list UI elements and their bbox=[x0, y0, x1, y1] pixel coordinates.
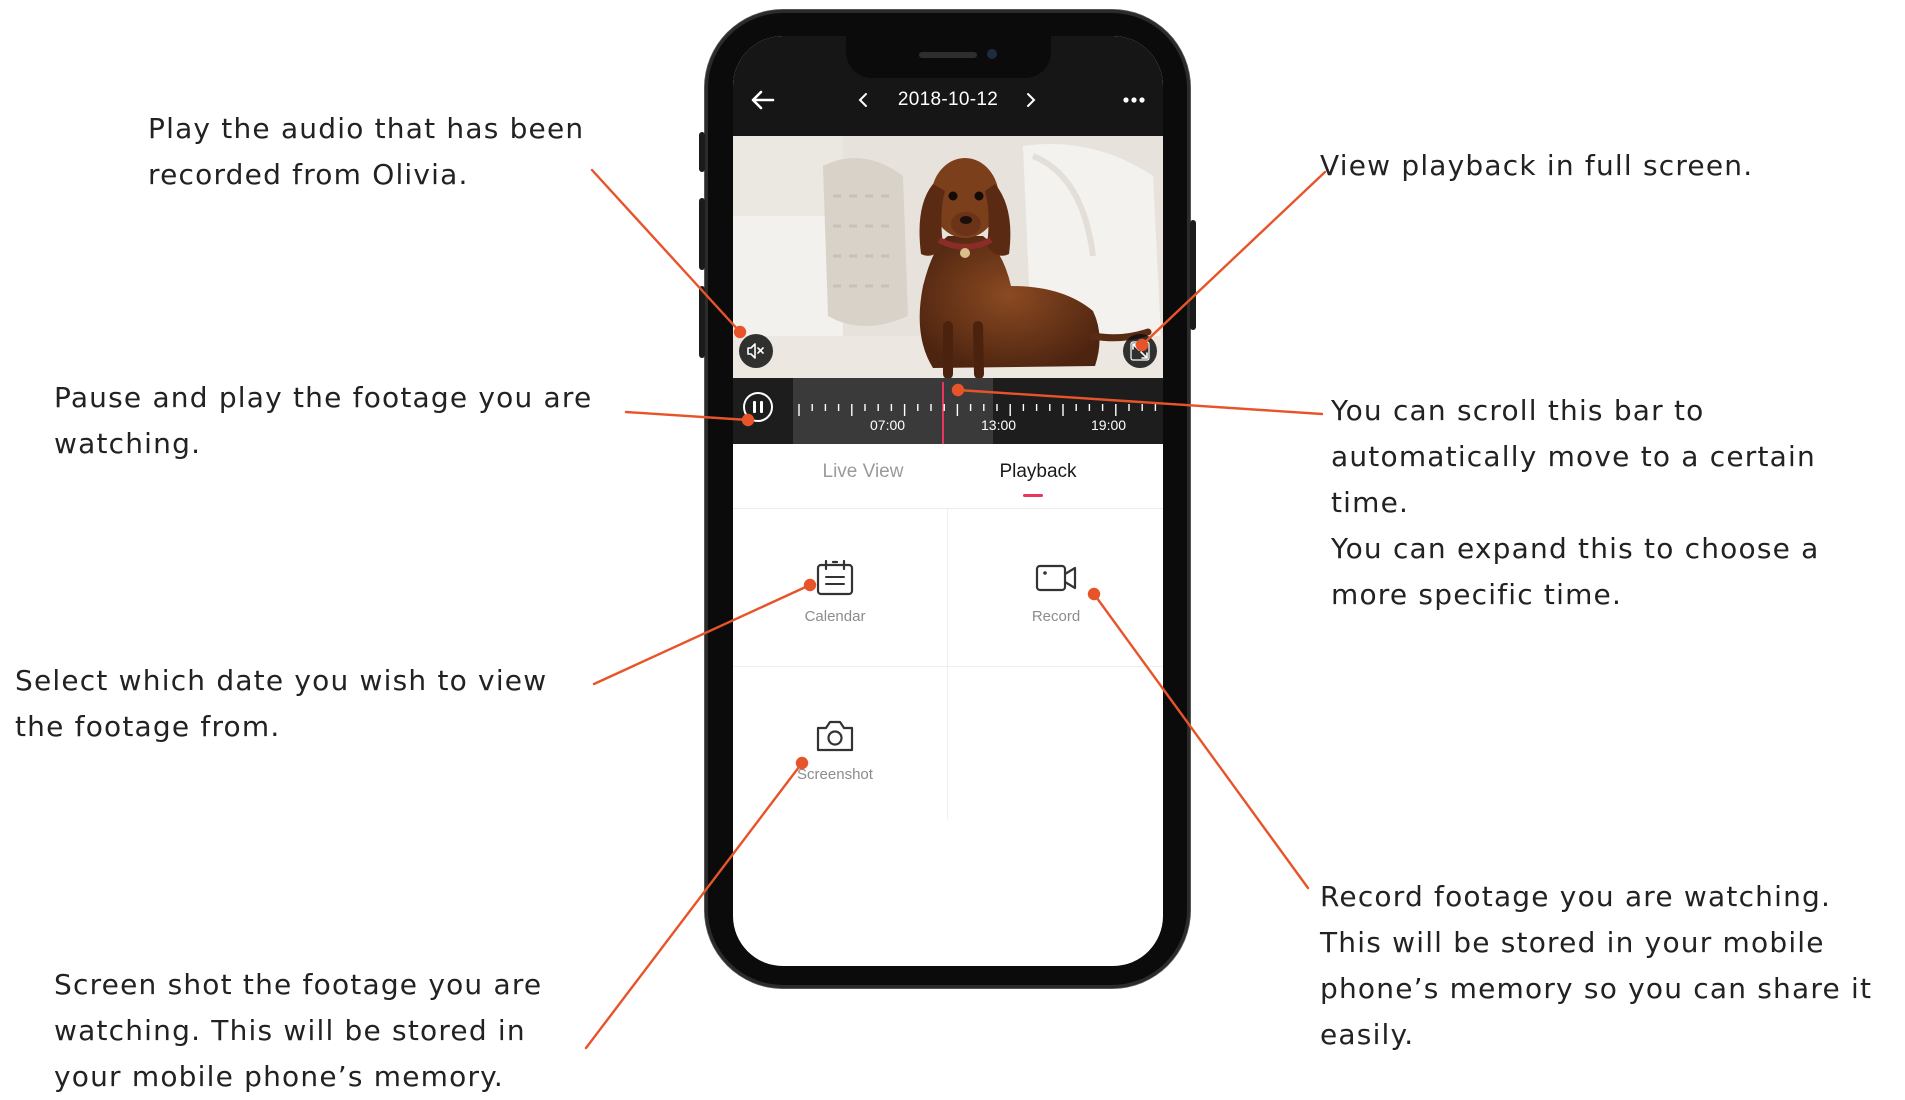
annotation-pause: Pause and play the footage you are watch… bbox=[54, 381, 593, 460]
date-title[interactable]: 2018-10-12 bbox=[873, 86, 1023, 114]
tool-grid-divider bbox=[733, 666, 1163, 667]
annotation-audio: Play the audio that has been recorded fr… bbox=[148, 112, 585, 191]
tool-grid-divider bbox=[947, 509, 948, 819]
record-label: Record bbox=[1031, 608, 1081, 625]
annotation-calendar: Select which date you wish to view the f… bbox=[15, 664, 548, 743]
screenshot-label: Screenshot bbox=[797, 766, 873, 783]
mute-button[interactable] bbox=[739, 334, 773, 368]
annotation-fullscreen: View playback in full screen. bbox=[1320, 149, 1754, 182]
timeline-label: 07:00 bbox=[870, 417, 906, 433]
calendar-button[interactable]: Calendar bbox=[745, 558, 925, 626]
phone-speaker bbox=[919, 52, 977, 58]
phone-screen: 2018-10-12 07:00 13:00 19:00 Live View P… bbox=[733, 36, 1163, 966]
view-tabs: Live View Playback bbox=[733, 444, 1163, 509]
pause-icon[interactable] bbox=[741, 390, 775, 424]
annotation-timeline: You can scroll this bar to automatically… bbox=[1331, 394, 1820, 611]
calendar-label: Calendar bbox=[804, 608, 866, 625]
tab-live-view[interactable]: Live View bbox=[813, 460, 913, 484]
timeline-bar[interactable]: 07:00 13:00 19:00 bbox=[733, 378, 1163, 444]
record-button[interactable]: Record bbox=[966, 558, 1146, 626]
active-tab-indicator bbox=[1023, 494, 1043, 497]
annotation-screenshot: Screen shot the footage you are watching… bbox=[54, 968, 543, 1093]
phone-mockup: 2018-10-12 07:00 13:00 19:00 Live View P… bbox=[699, 10, 1196, 988]
video-frame bbox=[733, 136, 1163, 378]
video-camera-icon bbox=[1035, 564, 1077, 592]
video-player[interactable] bbox=[733, 136, 1163, 378]
phone-volume-up-button bbox=[699, 198, 705, 270]
front-camera bbox=[987, 49, 997, 59]
chevron-left-icon[interactable] bbox=[855, 90, 871, 110]
phone-volume-down-button bbox=[699, 286, 705, 358]
screenshot-button[interactable]: Screenshot bbox=[745, 716, 925, 784]
annotation-record: Record footage you are watching. This wi… bbox=[1320, 880, 1873, 1051]
chevron-right-icon[interactable] bbox=[1023, 90, 1039, 110]
timeline-scale[interactable] bbox=[793, 378, 1163, 444]
timeline-label: 19:00 bbox=[1091, 417, 1127, 433]
phone-notch bbox=[846, 36, 1051, 78]
fullscreen-icon bbox=[1130, 341, 1150, 361]
fullscreen-button[interactable] bbox=[1123, 334, 1157, 368]
phone-power-button bbox=[1190, 220, 1196, 330]
calendar-icon bbox=[816, 559, 854, 596]
camera-icon bbox=[816, 720, 854, 752]
phone-side-button bbox=[699, 132, 705, 172]
timeline-label: 13:00 bbox=[981, 417, 1017, 433]
speaker-muted-icon bbox=[747, 343, 764, 359]
more-horizontal-icon[interactable] bbox=[1119, 86, 1149, 114]
arrow-left-icon[interactable] bbox=[747, 84, 779, 116]
tab-playback[interactable]: Playback bbox=[983, 460, 1093, 484]
